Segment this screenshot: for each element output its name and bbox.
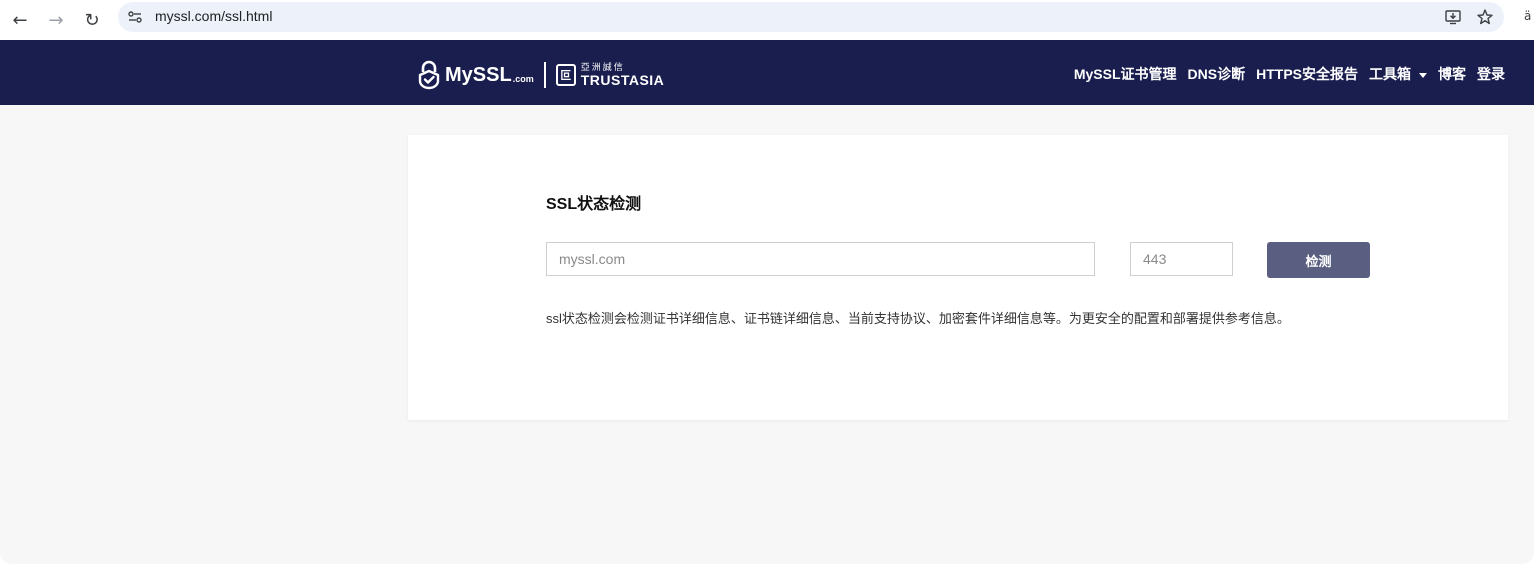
- address-bar[interactable]: myssl.com/ssl.html: [118, 2, 1504, 32]
- forward-icon[interactable]: →: [41, 5, 71, 35]
- ssl-check-card: SSL状态检测 检测 ssl状态检测会检测证书详细信息、证书链详细信息、当前支持…: [408, 135, 1508, 420]
- logo-my: My: [445, 63, 473, 86]
- port-input[interactable]: [1130, 242, 1233, 276]
- top-nav: MySSL证书管理 DNS诊断 HTTPS安全报告 工具箱 博客 登录: [1074, 64, 1505, 84]
- back-icon[interactable]: ←: [5, 5, 35, 35]
- logo[interactable]: My SSL .com 叵 亞洲誠信 TRUSTASIA: [416, 59, 664, 91]
- nav-toolbox-label: 工具箱: [1369, 66, 1411, 82]
- nav-https-security-report[interactable]: HTTPS安全报告: [1256, 64, 1358, 84]
- nav-dns-diagnosis[interactable]: DNS诊断: [1188, 64, 1246, 84]
- check-button[interactable]: 检测: [1267, 242, 1370, 278]
- reload-icon[interactable]: ↻: [77, 5, 107, 35]
- lock-check-icon: [418, 60, 440, 90]
- logo-ssl: SSL: [472, 63, 512, 86]
- nav-login[interactable]: 登录: [1477, 64, 1505, 84]
- install-app-icon[interactable]: [1444, 8, 1462, 26]
- trustasia-wordmark: 亞洲誠信 TRUSTASIA: [580, 63, 665, 88]
- domain-input[interactable]: [546, 242, 1095, 276]
- main-content: SSL状态检测 检测 ssl状态检测会检测证书详细信息、证书链详细信息、当前支持…: [0, 105, 1534, 564]
- profile-icon[interactable]: ä: [1524, 9, 1531, 23]
- page-title: SSL状态检测: [546, 196, 642, 213]
- caret-down-icon: [1419, 72, 1427, 78]
- logo-com: .com: [512, 74, 534, 84]
- url-text[interactable]: myssl.com/ssl.html: [155, 8, 272, 24]
- logo-divider: [543, 62, 546, 88]
- nav-myssl-cert-management[interactable]: MySSL证书管理: [1074, 64, 1177, 84]
- bookmark-star-icon[interactable]: [1476, 8, 1494, 26]
- browser-toolbar: ← → ↻ myssl.com/ssl.html ä: [0, 0, 1534, 40]
- site-info-icon[interactable]: [126, 8, 144, 26]
- trustasia-mark-icon: 叵: [555, 64, 576, 86]
- trustasia-en: TRUSTASIA: [580, 71, 665, 88]
- description-text: ssl状态检测会检测证书详细信息、证书链详细信息、当前支持协议、加密套件详细信息…: [546, 311, 1290, 326]
- nav-toolbox[interactable]: 工具箱: [1369, 64, 1427, 84]
- site-header: My SSL .com 叵 亞洲誠信 TRUSTASIA MySSL证书管理 D…: [0, 40, 1534, 105]
- nav-blog[interactable]: 博客: [1438, 64, 1466, 84]
